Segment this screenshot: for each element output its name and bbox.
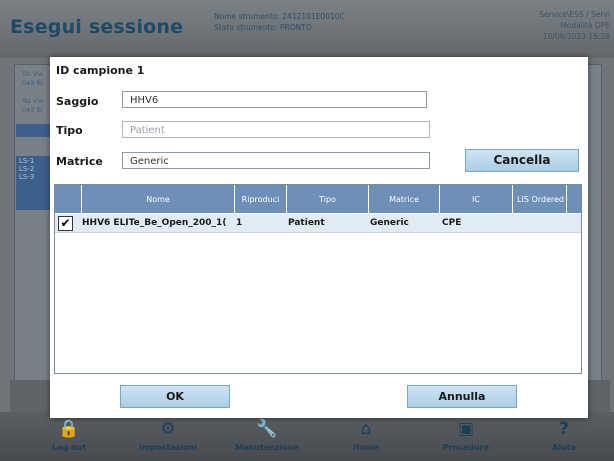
home-icon: ⌂ — [360, 419, 372, 439]
bg-list-item: LS-2 — [19, 165, 35, 173]
ok-button[interactable]: OK — [120, 385, 230, 408]
procedures-icon: ▣ — [457, 419, 475, 439]
user-mode: Modalità OPE — [560, 21, 610, 30]
cancel-button[interactable]: Annulla — [407, 385, 517, 408]
instrument-info: Nome strumento: 2412101E0010C Stato stru… — [214, 11, 345, 33]
table-row[interactable]: ✔ HHV6 ELITe_Be_Open_200_1( 1 Patient Ge… — [55, 214, 581, 233]
cell-matrice: Generic — [370, 218, 409, 228]
row-checkbox[interactable]: ✔ — [58, 216, 73, 231]
type-label: Tipo — [56, 124, 83, 137]
gear-icon: ⚙ — [160, 419, 176, 439]
assay-label: Saggio — [56, 95, 99, 108]
nav-label: Log out — [51, 443, 87, 452]
date-time: 10/08/2023 15:28 — [542, 32, 610, 41]
column-header[interactable]: LIS Ordered — [512, 185, 566, 213]
nav-logout[interactable]: 🔒 Log out — [19, 414, 119, 460]
cell-riproduci: 1 — [236, 218, 243, 228]
nav-maintenance[interactable]: 🔧 Manutenzione — [217, 414, 317, 460]
nav-procedures[interactable]: ▣ Procedure — [416, 414, 516, 460]
assay-field[interactable]: HHV6 — [122, 91, 427, 108]
column-header[interactable]: Matrice — [368, 185, 439, 213]
table-header: Nome Riproduci Tipo Matrice IC LIS Order… — [55, 185, 581, 213]
wrench-icon: 🔧 — [256, 419, 278, 439]
user-info: Service\ESS / Servi Modalità OPE 10/08/2… — [539, 9, 610, 42]
instrument-name: Nome strumento: 2412101E0010C — [214, 12, 345, 21]
help-icon: ? — [559, 419, 569, 439]
lock-icon: 🔒 — [58, 419, 80, 439]
bg-list: LS-1 LS-2 LS-3 — [16, 156, 50, 210]
cell-ic: CPE — [442, 218, 462, 228]
column-header[interactable]: Nome — [81, 185, 234, 213]
column-header[interactable]: IC — [439, 185, 512, 213]
matrix-label: Matrice — [56, 155, 103, 168]
column-header-select — [55, 185, 81, 213]
bg-fragment: Tst Vie — [22, 70, 44, 78]
type-field: Patient — [122, 121, 430, 138]
column-header-scroll — [566, 185, 581, 213]
bg-fragment: 043 Bl — [22, 106, 43, 114]
dialog-title: ID campione 1 — [56, 64, 145, 77]
nav-label: Manutenzione — [235, 443, 299, 452]
nav-label: Impostazioni — [139, 443, 197, 452]
matrix-field[interactable]: Generic — [122, 152, 430, 169]
bg-list-item: LS-3 — [19, 173, 35, 181]
column-header[interactable]: Riproduci — [234, 185, 286, 213]
bg-list-item: LS-1 — [19, 157, 35, 165]
nav-settings[interactable]: ⚙ Impostazioni — [118, 414, 218, 460]
column-header[interactable]: Tipo — [286, 185, 368, 213]
user-name: Service\ESS / Servi — [539, 10, 610, 19]
cell-nome: HHV6 ELITe_Be_Open_200_1( — [82, 218, 227, 228]
cell-tipo: Patient — [288, 218, 325, 228]
nav-help[interactable]: ? Aiuto — [514, 414, 614, 460]
bg-fragment: Tst Vie — [22, 97, 44, 105]
bg-tab — [16, 124, 50, 137]
delete-button[interactable]: Cancella — [465, 149, 579, 172]
page-title: Esegui sessione — [10, 16, 184, 38]
nav-label: Procedure — [442, 443, 490, 452]
nav-label: Aiuto — [552, 443, 576, 452]
nav-home[interactable]: ⌂ Home — [316, 414, 416, 460]
cell-lis — [515, 214, 565, 232]
bg-fragment: 043 Bl — [22, 79, 43, 87]
instrument-state: Stato strumento: PRONTO — [214, 23, 312, 32]
nav-label: Home — [353, 443, 379, 452]
